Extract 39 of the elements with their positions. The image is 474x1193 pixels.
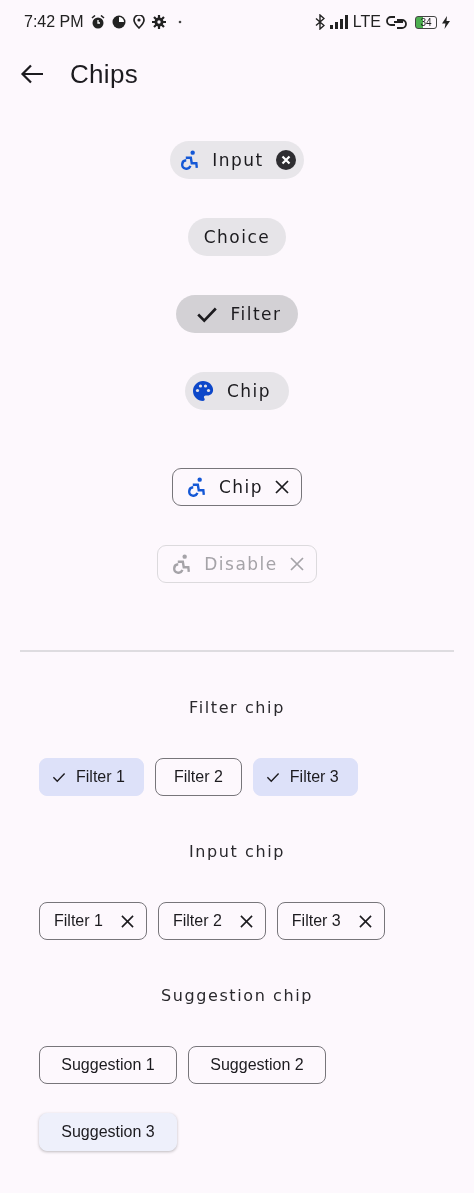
close-icon[interactable] [239, 914, 253, 928]
wheelchair-icon [178, 149, 201, 171]
filter-chip[interactable]: Filter [176, 295, 298, 333]
bolt-icon [442, 15, 450, 29]
close-icon[interactable] [120, 914, 134, 928]
section-title: Suggestion chip [159, 986, 315, 1006]
input-chip[interactable]: Filter 3 [276, 902, 385, 940]
pie-chart-icon [111, 15, 126, 29]
filter-chip[interactable]: Filter 2 [154, 758, 242, 796]
check-icon [265, 770, 280, 784]
section-title: Filter chip [188, 698, 286, 718]
check-icon [52, 770, 66, 784]
filter-chip[interactable]: Filter 1 [39, 758, 144, 796]
screen-title: Chips [70, 58, 138, 90]
bluetooth-icon [314, 14, 325, 30]
close-icon[interactable] [358, 914, 372, 928]
input-chip[interactable]: Filter 1 [39, 902, 147, 940]
input-chip[interactable]: Input [170, 141, 304, 179]
location-pin-icon [132, 15, 145, 29]
suggestion-chip[interactable]: Suggestion 2 [188, 1046, 326, 1084]
chip[interactable]: Chip [171, 468, 303, 506]
filter-chip[interactable]: Filter 3 [252, 758, 358, 796]
suggestion-chip[interactable]: Suggestion 1 [39, 1046, 177, 1084]
suggestion-chip[interactable]: Suggestion 3 [39, 1113, 177, 1151]
close-icon[interactable] [275, 480, 290, 494]
status-time: 7:42 PM [24, 13, 84, 31]
palette-icon [190, 379, 215, 403]
back-arrow-icon[interactable] [20, 64, 44, 84]
link-icon [386, 15, 410, 29]
input-chip[interactable]: Filter 2 [157, 902, 266, 940]
network-type: LTE [352, 13, 381, 31]
section-title: Input chip [187, 842, 287, 862]
chip[interactable]: Chip [184, 372, 290, 410]
wheelchair-icon [170, 553, 193, 575]
choice-chip[interactable]: Choice [187, 218, 287, 256]
cancel-icon[interactable] [275, 150, 296, 170]
signal-icon [329, 15, 348, 29]
gear-icon [151, 15, 166, 29]
alarm-clock-icon [90, 15, 105, 29]
